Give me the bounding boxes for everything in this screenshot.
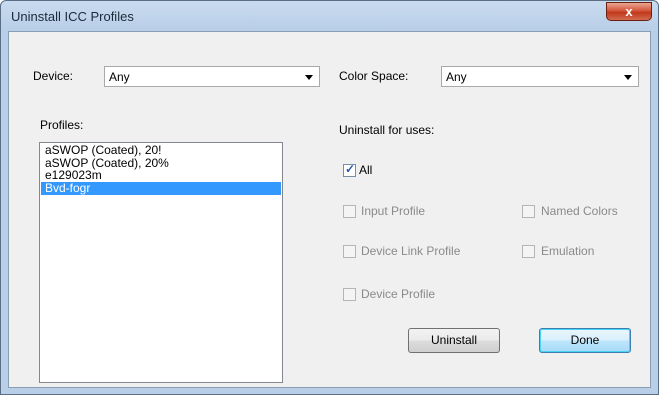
profiles-listbox[interactable]: aSWOP (Coated), 20! aSWOP (Coated), 20% e1…: [39, 142, 283, 383]
done-button[interactable]: Done: [539, 328, 631, 353]
uninstall-for-uses-label: Uninstall for uses:: [339, 123, 435, 137]
color-space-dropdown[interactable]: Any: [441, 66, 639, 87]
all-checkbox[interactable]: [343, 162, 356, 177]
dialog-title: Uninstall ICC Profiles: [11, 9, 134, 24]
dialog-client-area: Device: Any Color Space: Any Profiles: a…: [8, 31, 651, 388]
profiles-label: Profiles:: [40, 118, 84, 132]
uninstall-button[interactable]: Uninstall: [408, 328, 500, 353]
emulation-checkbox[interactable]: [522, 245, 535, 258]
emulation-label: Emulation: [541, 244, 595, 258]
device-dropdown-value: Any: [109, 70, 130, 84]
chevron-down-icon: [624, 75, 632, 80]
color-space-dropdown-value: Any: [446, 70, 467, 84]
device-label: Device:: [33, 69, 74, 83]
uninstall-icc-profiles-dialog: Uninstall ICC Profiles x Device: Any Col…: [0, 0, 659, 395]
named-colors-checkbox[interactable]: [522, 205, 535, 218]
close-icon: x: [625, 4, 633, 19]
input-profile-checkbox[interactable]: [343, 205, 356, 218]
title-bar[interactable]: Uninstall ICC Profiles x: [1, 1, 658, 31]
input-profile-label: Input Profile: [361, 204, 426, 218]
profile-list-item[interactable]: Bvd-fogr: [41, 181, 281, 195]
all-checkbox-label: All: [359, 163, 373, 177]
device-link-profile-checkbox[interactable]: [343, 245, 356, 258]
close-button[interactable]: x: [606, 2, 652, 21]
chevron-down-icon: [305, 75, 313, 80]
device-profile-checkbox[interactable]: [343, 288, 356, 301]
color-space-label: Color Space:: [339, 69, 409, 83]
device-dropdown[interactable]: Any: [104, 66, 320, 87]
named-colors-label: Named Colors: [541, 204, 618, 218]
device-link-profile-label: Device Link Profile: [361, 244, 461, 258]
device-profile-label: Device Profile: [361, 287, 436, 301]
